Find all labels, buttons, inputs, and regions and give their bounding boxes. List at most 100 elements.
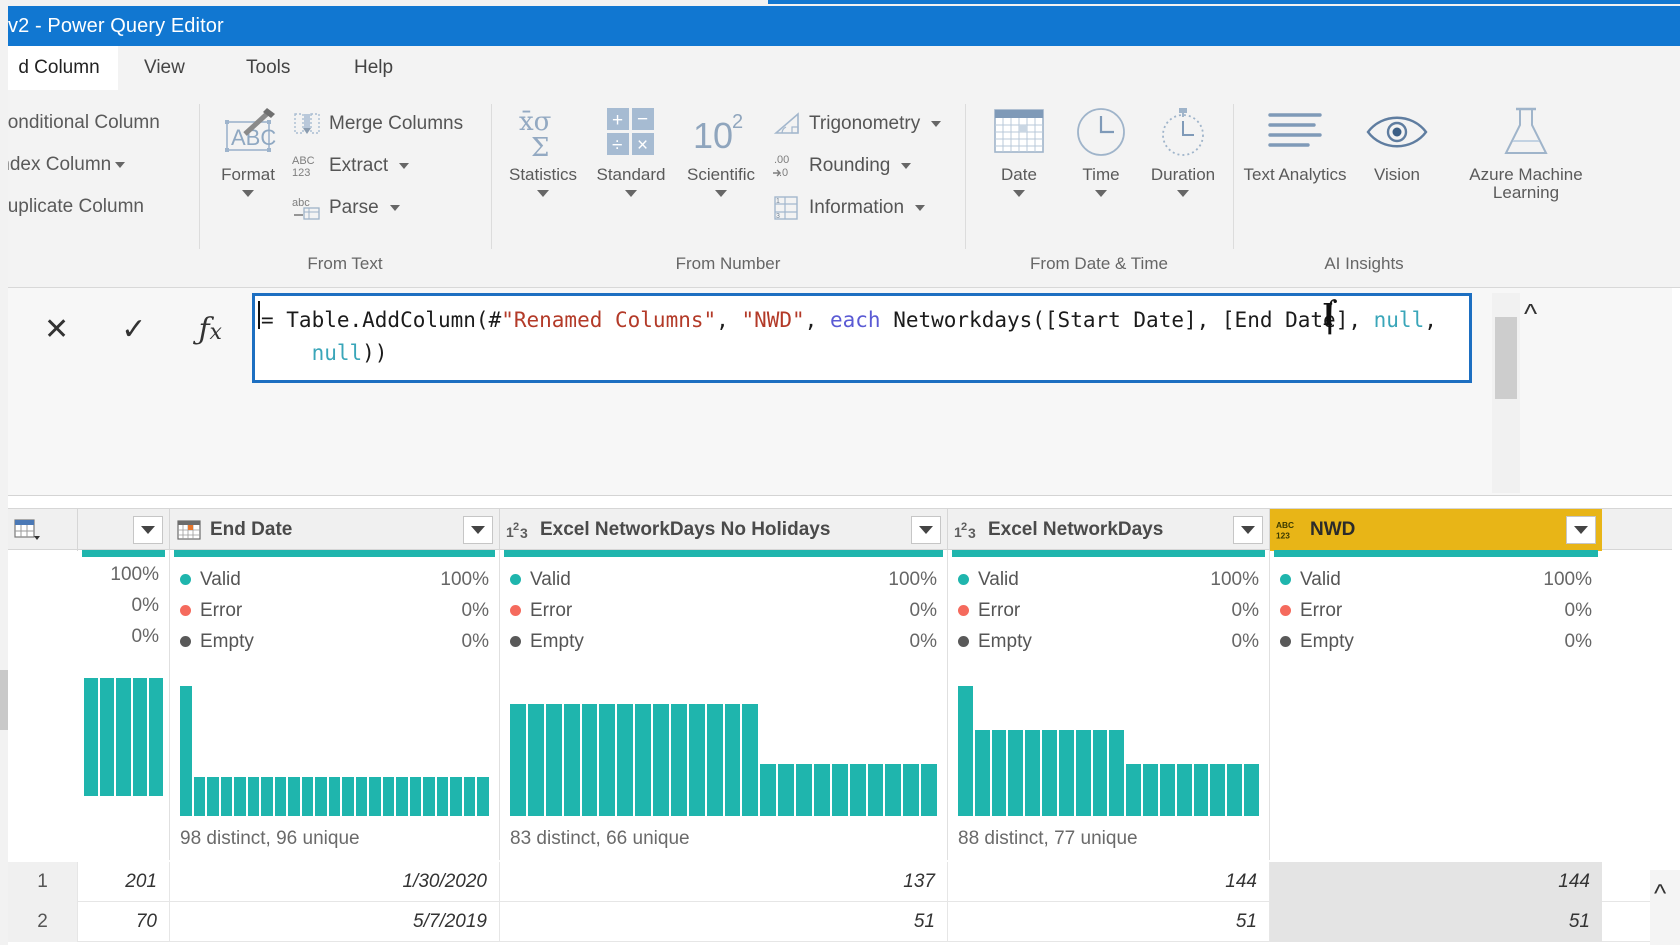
quality-percents: 100% 0% 0% [110, 564, 159, 657]
tab-tools[interactable]: Tools [232, 46, 304, 90]
filter-button[interactable] [911, 516, 941, 544]
select-all-table-icon[interactable] [8, 509, 78, 551]
date-button[interactable]: Date [976, 102, 1062, 197]
time-button[interactable]: Time [1058, 102, 1144, 197]
table-row[interactable]: 2 70 5/7/2019 51 51 51 [8, 902, 1672, 942]
menu-bar: d Column View Tools Help [0, 46, 1680, 90]
filter-button[interactable] [463, 516, 493, 544]
row-cell[interactable]: 1/30/2020 [170, 862, 500, 902]
time-button-label: Time [1082, 165, 1120, 184]
row-cell-nwd[interactable]: 144 [1270, 862, 1602, 902]
parse-button[interactable]: abc Parse [292, 194, 400, 222]
histogram-bar [1109, 730, 1125, 816]
row-cell[interactable]: 51 [500, 902, 948, 942]
scientific-button[interactable]: 10 2 Scientific [678, 102, 764, 197]
duration-button-label: Duration [1150, 165, 1216, 184]
merge-columns-button[interactable]: Merge Columns [292, 110, 463, 138]
row-index: 1 [8, 862, 78, 902]
rounding-button[interactable]: .00 .0 Rounding [772, 152, 912, 180]
column-header-excel-networkdays-no-holidays[interactable]: 1 2 3 Excel NetworkDays No Holidays [500, 509, 948, 551]
histogram-bar [867, 764, 884, 816]
tab-help[interactable]: Help [340, 46, 407, 90]
text-analytics-button-label: Text Analytics [1243, 165, 1347, 184]
histogram-bar [355, 777, 368, 816]
azure-machine-learning-button-label: Azure Machine Learning [1469, 165, 1583, 202]
text-analytics-button[interactable]: Text Analytics [1242, 102, 1348, 184]
row-cell[interactable]: 51 [948, 902, 1270, 942]
chevron-up-icon[interactable]: ^ [1654, 878, 1666, 909]
tab-view[interactable]: View [130, 46, 199, 90]
ribbon-index-column[interactable]: Index Column [0, 154, 126, 176]
column-header-label: NWD [1310, 519, 1356, 540]
svg-text:2: 2 [732, 111, 743, 133]
column-header-blank[interactable] [78, 509, 170, 551]
chevron-up-icon[interactable]: ^ [1524, 298, 1537, 330]
valid-percent: 100% [1210, 568, 1259, 590]
vertical-scrollbar[interactable]: ^ [1650, 870, 1680, 945]
title-bar: v2 - Power Query Editor [0, 6, 1680, 46]
duration-button[interactable]: Duration [1140, 102, 1226, 197]
row-cell[interactable]: 70 [78, 902, 170, 942]
formula-scrollbar-thumb[interactable] [1495, 317, 1517, 399]
statistics-button[interactable]: x̄σ Σ Statistics [500, 102, 586, 197]
ribbon-conditional-column[interactable]: Conditional Column [0, 112, 160, 134]
empty-label: Empty [200, 630, 254, 652]
vision-button[interactable]: Vision [1352, 102, 1442, 184]
histogram-bar [463, 777, 476, 816]
column-header-end-date[interactable]: End Date [170, 509, 500, 551]
merge-columns-label: Merge Columns [329, 113, 464, 134]
standard-operators-icon: + − ÷ × [603, 102, 659, 162]
histogram-bar [342, 777, 354, 816]
column-header-nwd[interactable]: ABC 123 NWD [1270, 509, 1602, 551]
information-icon: 1 3 [772, 194, 802, 222]
row-cell[interactable]: 137 [500, 862, 948, 902]
formula-scrollbar[interactable] [1492, 293, 1520, 493]
rounding-icon: .00 .0 [772, 152, 802, 180]
ribbon-duplicate-column[interactable]: Duplicate Column [0, 196, 144, 218]
extract-button[interactable]: ABC 123 Extract [292, 152, 410, 180]
histogram-bar [450, 777, 462, 816]
error-label: Error [1300, 599, 1343, 621]
row-cell-nwd[interactable]: 51 [1270, 902, 1602, 942]
histogram-bar [653, 704, 669, 816]
svg-text:÷: ÷ [612, 135, 622, 156]
standard-button-label: Standard [596, 165, 666, 184]
svg-text:ABC: ABC [292, 155, 315, 167]
histogram-bar [688, 704, 705, 816]
chevron-down-icon [389, 205, 400, 211]
fx-icon[interactable]: ƒx [198, 312, 222, 347]
information-button[interactable]: 1 3 Information [772, 194, 926, 222]
column-header-excel-networkdays[interactable]: 1 2 3 Excel NetworkDays [948, 509, 1270, 551]
azure-machine-learning-button[interactable]: Azure Machine Learning [1446, 102, 1606, 202]
filter-button[interactable] [1233, 516, 1263, 544]
pane-splitter-grip[interactable] [0, 670, 8, 730]
number-type-icon: 1 2 3 [954, 517, 980, 543]
row-cell[interactable]: 5/7/2019 [170, 902, 500, 942]
trigonometry-button[interactable]: Trigonometry [772, 110, 942, 138]
accept-check-icon[interactable]: ✓ [121, 312, 146, 347]
histogram-bar [193, 777, 206, 816]
row-cell[interactable]: 201 [78, 862, 170, 902]
filter-button[interactable] [133, 516, 163, 544]
formula-input[interactable]: = Table.AddColumn(#"Renamed Columns", "N… [252, 293, 1472, 383]
histogram-bar [1126, 764, 1142, 816]
ribbon-group-from-number: x̄σ Σ Statistics + − ÷ × Standard 10 2 S… [492, 90, 964, 288]
table-row[interactable]: 1 201 1/30/2020 137 144 144 [8, 862, 1672, 902]
histogram-bar [1193, 764, 1209, 816]
chevron-down-icon [919, 526, 933, 534]
abc-parse-icon: abc [292, 194, 322, 222]
standard-button[interactable]: + − ÷ × Standard [588, 102, 674, 197]
filter-button[interactable] [1566, 516, 1596, 544]
empty-dot-icon [510, 636, 521, 647]
empty-percent: 0% [1564, 630, 1592, 652]
quality-pane-excel-networkdays-no-holidays: Valid 100% Error 0% Empty 0% 83 distinct… [500, 550, 948, 860]
quality-bar [1274, 550, 1598, 557]
row-cell[interactable]: 144 [948, 862, 1270, 902]
histogram-bar [423, 777, 435, 816]
cancel-x-icon[interactable]: ✕ [44, 312, 69, 347]
histogram-bar [207, 777, 219, 816]
histogram-bar [1042, 730, 1057, 816]
valid-label: Valid [1300, 568, 1341, 590]
tab-add-column[interactable]: d Column [0, 46, 118, 90]
format-button[interactable]: ABC Format [205, 102, 291, 197]
